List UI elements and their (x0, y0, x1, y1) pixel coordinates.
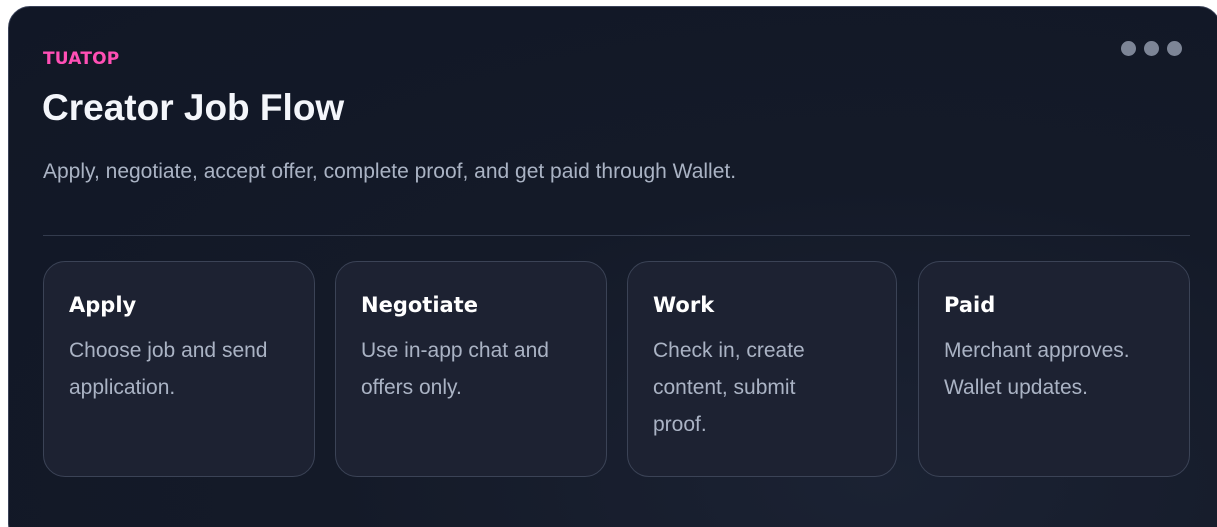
job-flow-panel: TUATOP Creator Job Flow Apply, negotiate… (8, 6, 1217, 527)
step-title: Work (653, 293, 715, 317)
step-description: Merchant approves. Wallet updates. (944, 339, 1130, 399)
step-description: Check in, create content, submit proof. (653, 339, 805, 436)
dot-1 (1121, 41, 1136, 56)
step-title: Paid (944, 293, 996, 317)
step-card-paid: Paid Merchant approves. Wallet updates. (918, 261, 1190, 477)
step-card-negotiate: Negotiate Use in-app chat and offers onl… (335, 261, 607, 477)
step-title: Negotiate (361, 293, 478, 317)
more-horizontal-icon[interactable] (1121, 41, 1182, 56)
step-title: Apply (69, 293, 137, 317)
step-description: Choose job and send application. (69, 339, 268, 399)
divider (43, 235, 1190, 236)
page-subtitle: Apply, negotiate, accept offer, complete… (43, 160, 737, 183)
step-description: Use in-app chat and offers only. (361, 339, 549, 399)
brand-label: TUATOP (43, 49, 120, 69)
page-title: Creator Job Flow (42, 87, 345, 128)
step-card-apply: Apply Choose job and send application. (43, 261, 315, 477)
dot-2 (1144, 41, 1159, 56)
step-card-work: Work Check in, create content, submit pr… (627, 261, 897, 477)
dot-3 (1167, 41, 1182, 56)
